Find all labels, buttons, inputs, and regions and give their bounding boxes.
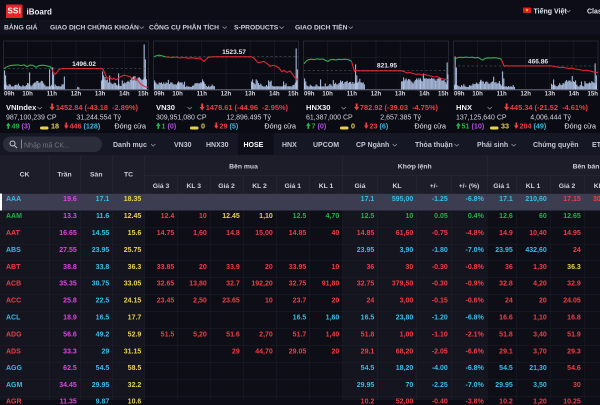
svg-text:09h: 09h — [154, 91, 165, 98]
svg-text:13h: 13h — [95, 91, 106, 98]
svg-text:12h: 12h — [71, 91, 82, 98]
svg-text:11h: 11h — [197, 91, 207, 98]
svg-text:13h: 13h — [245, 91, 256, 98]
svg-text:14h: 14h — [569, 91, 580, 98]
svg-text:14h: 14h — [119, 91, 130, 98]
svg-text:09h: 09h — [454, 91, 465, 98]
svg-text:09h: 09h — [4, 91, 15, 98]
svg-text:13h: 13h — [395, 91, 406, 98]
svg-text:11h: 11h — [47, 91, 57, 98]
svg-text:15h: 15h — [587, 91, 598, 98]
svg-text:11h: 11h — [347, 91, 357, 98]
svg-text:1523.57: 1523.57 — [222, 49, 246, 56]
svg-text:10h: 10h — [22, 91, 33, 98]
svg-text:10h: 10h — [322, 91, 333, 98]
svg-text:13h: 13h — [545, 91, 556, 98]
svg-text:1496.02: 1496.02 — [72, 61, 96, 68]
svg-text:466.86: 466.86 — [528, 58, 549, 65]
svg-text:10h: 10h — [172, 91, 183, 98]
svg-text:12h: 12h — [221, 91, 232, 98]
svg-text:14h: 14h — [419, 91, 430, 98]
svg-text:15h: 15h — [138, 91, 149, 98]
svg-text:12h: 12h — [520, 91, 531, 98]
svg-text:12h: 12h — [371, 91, 382, 98]
svg-text:14h: 14h — [269, 91, 280, 98]
svg-text:11h: 11h — [497, 91, 507, 98]
svg-text:09h: 09h — [304, 91, 315, 98]
svg-text:10h: 10h — [472, 91, 483, 98]
svg-text:15h: 15h — [438, 91, 449, 98]
svg-text:821.95: 821.95 — [377, 63, 398, 70]
svg-text:15h: 15h — [288, 91, 299, 98]
